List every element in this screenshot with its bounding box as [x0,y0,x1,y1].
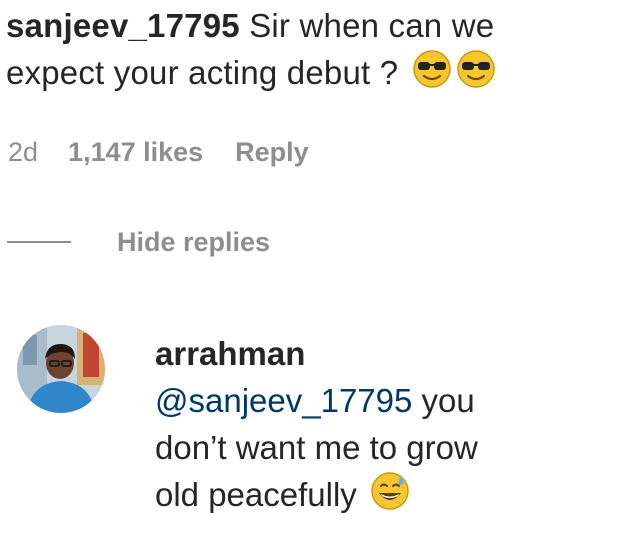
reply-text-line3: old peacefully [155,476,357,513]
comment: sanjeev_17795 Sir when can we expect you… [6,2,606,101]
reply-text-part1: you [412,382,475,419]
sunglasses-emoji-icon [456,49,496,101]
hide-replies-toggle[interactable]: Hide replies [7,222,270,262]
reply-text-line2: don’t want me to grow [155,429,478,466]
grinning-sweat-emoji-icon [370,471,410,523]
hide-replies-label[interactable]: Hide replies [117,222,270,262]
comment-username[interactable]: sanjeev_17795 [6,7,240,44]
comment-text-line1: Sir when can we [249,7,495,44]
sunglasses-emoji-icon [412,49,452,101]
hide-replies-divider [7,241,71,243]
comment-timestamp[interactable]: 2d [8,132,38,172]
reply-comment: arrahman @sanjeev_17795 you don’t want m… [155,330,595,523]
comment-likes-count[interactable]: 1,147 likes [68,132,203,172]
comment-meta: 2d 1,147 likes Reply [8,132,309,172]
avatar[interactable] [17,325,105,413]
reply-button[interactable]: Reply [235,132,309,172]
comment-text-line2: expect your acting debut ? [6,54,399,91]
reply-username[interactable]: arrahman [155,330,595,377]
reply-mention-link[interactable]: @sanjeev_17795 [155,382,412,419]
